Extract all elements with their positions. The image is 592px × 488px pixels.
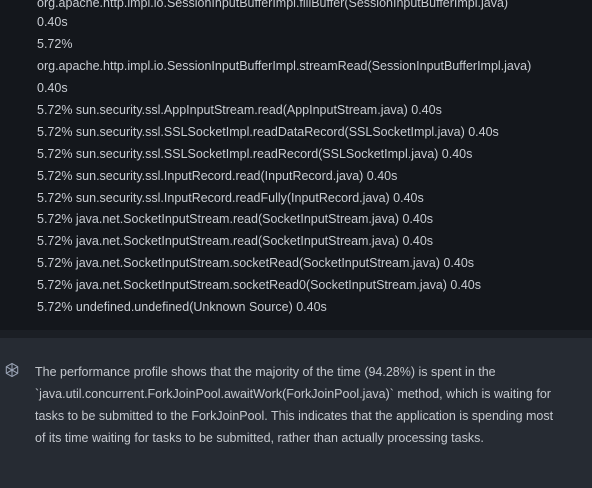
profile-line: 0.40s (37, 15, 68, 29)
assistant-response-paragraph: The performance profile shows that the m… (35, 365, 554, 445)
profile-line: 5.72% java.net.SocketInputStream.socketR… (37, 278, 481, 292)
profile-line: 5.72% sun.security.ssl.SSLSocketImpl.rea… (37, 147, 473, 161)
openai-logo-icon (5, 362, 19, 378)
profile-line: 0.40s (37, 81, 68, 95)
profile-line: org.apache.http.impl.io.SessionInputBuff… (37, 59, 532, 73)
profile-line: 5.72% sun.security.ssl.AppInputStream.re… (37, 103, 442, 117)
assistant-message: The performance profile shows that the m… (0, 338, 592, 488)
profile-line: 5.72% (37, 37, 73, 51)
profile-line: 5.72% java.net.SocketInputStream.read(So… (37, 212, 434, 226)
assistant-response-text: The performance profile shows that the m… (35, 361, 555, 449)
profile-line: 5.72% java.net.SocketInputStream.socketR… (37, 256, 475, 270)
profile-line: 5.72% sun.security.ssl.SSLSocketImpl.rea… (37, 125, 499, 139)
profile-line: org.apache.http.impl.io.SessionInputBuff… (37, 0, 509, 10)
profile-line: 5.72% sun.security.ssl.InputRecord.readF… (37, 191, 424, 205)
profile-line: 5.72% undefined.undefined(Unknown Source… (37, 300, 327, 314)
profile-output-block: org.apache.http.impl.io.SessionInputBuff… (0, 0, 592, 330)
profile-line: 5.72% sun.security.ssl.InputRecord.read(… (37, 169, 398, 183)
profile-line: 5.72% java.net.SocketInputStream.read(So… (37, 234, 434, 248)
